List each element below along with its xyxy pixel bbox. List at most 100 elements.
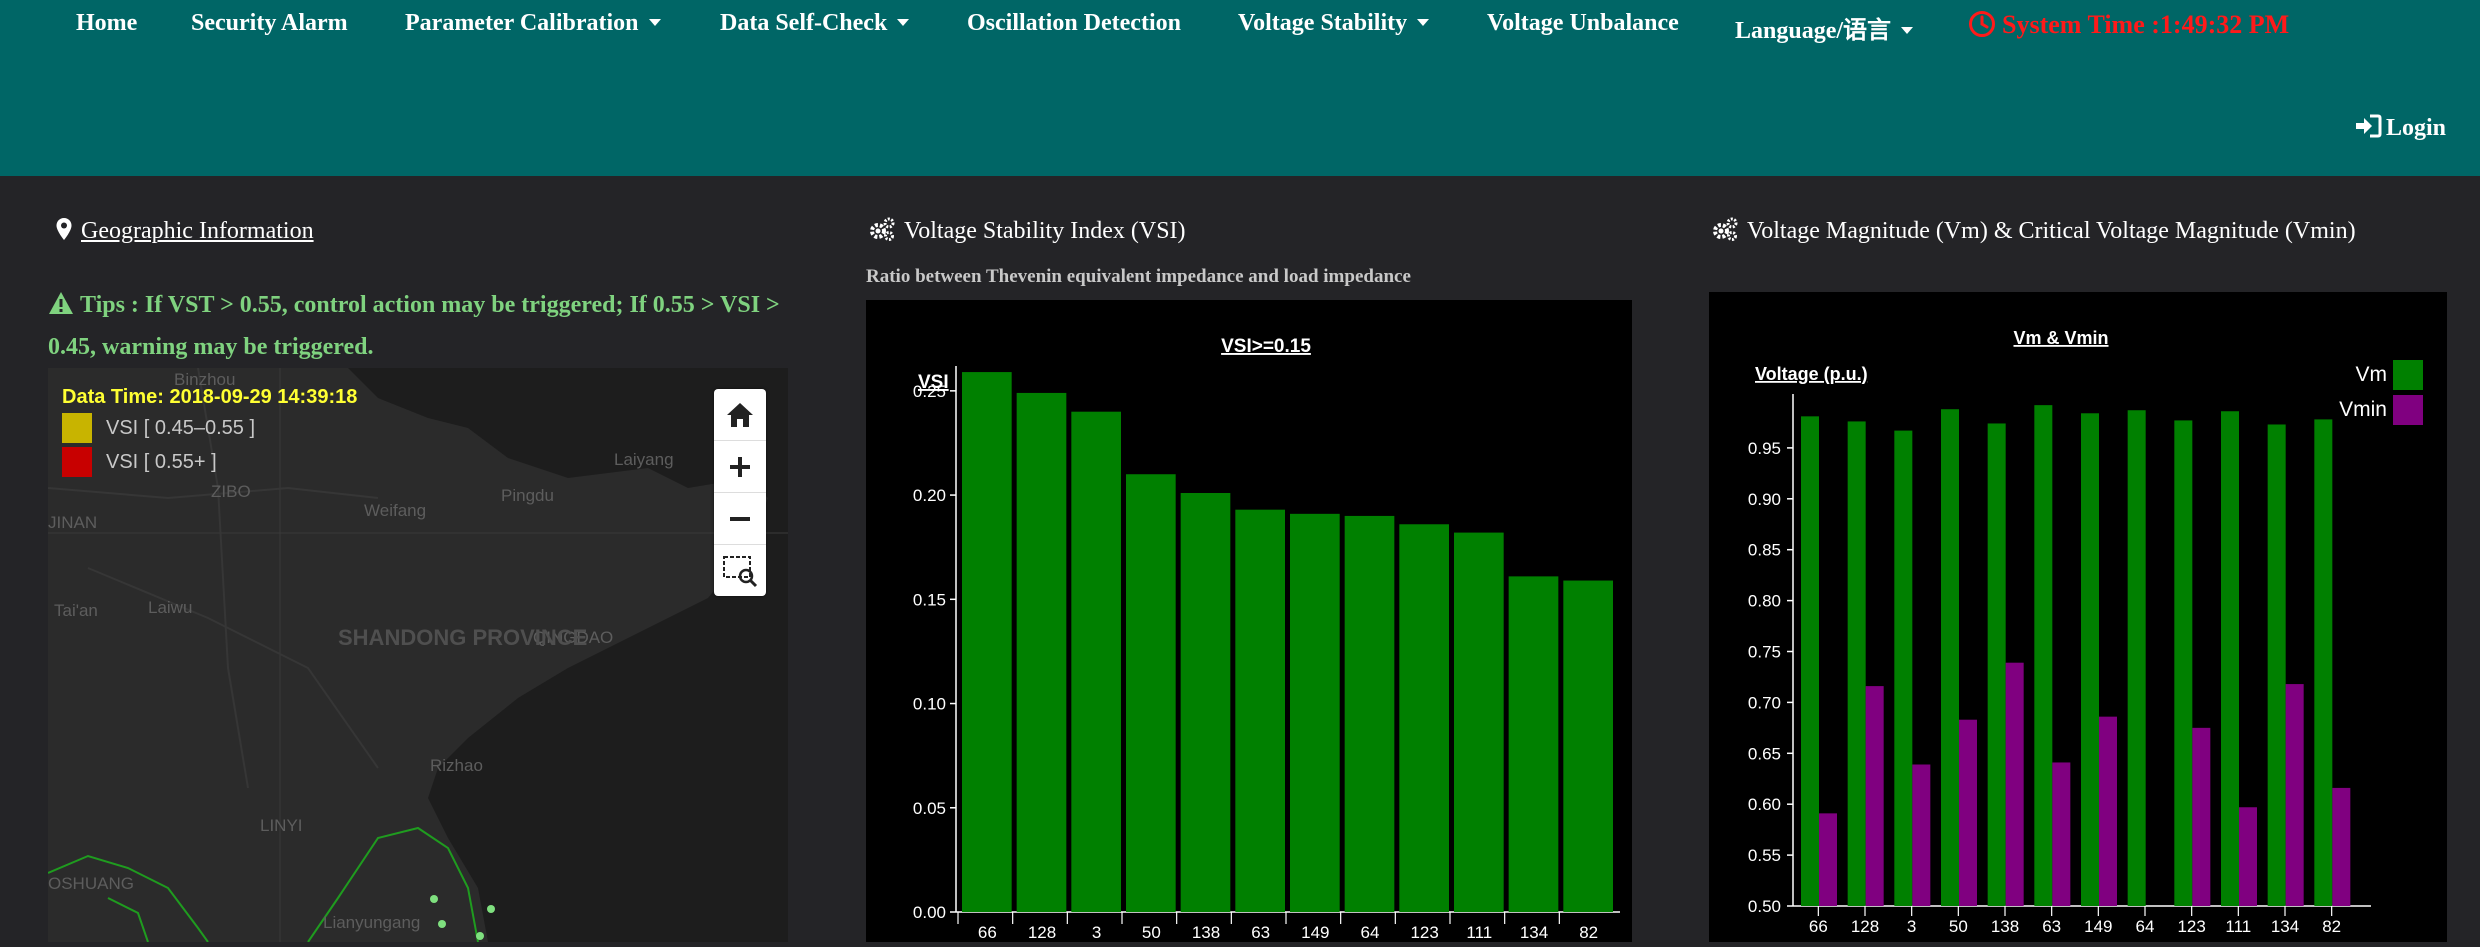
- zoom-out-button[interactable]: [714, 493, 766, 545]
- vm-x-tick-label: 66: [1809, 917, 1828, 936]
- vsi-y-tick-label: 0.20: [913, 486, 946, 505]
- vm-bar-vm: [1801, 416, 1819, 906]
- vsi-bar: [1126, 474, 1176, 912]
- vm-bar-vm: [1987, 423, 2006, 906]
- zoom-box-icon: [723, 555, 758, 587]
- nav-parameter-calibration[interactable]: Parameter Calibration: [405, 10, 661, 37]
- vm-bar-vm: [2221, 411, 2239, 906]
- home-icon: [727, 402, 753, 427]
- vm-bar-vm: [2034, 405, 2053, 906]
- vm-y-tick-label: 0.90: [1748, 490, 1781, 509]
- vsi-bar: [1071, 411, 1121, 912]
- vsi-bar: [1563, 580, 1613, 912]
- nav-voltage-stability[interactable]: Voltage Stability: [1238, 10, 1430, 37]
- vm-chart-container: Vm & Vmin Voltage (p.u.) 0.50 0.55 0.60 0.65 0…: [1709, 292, 2447, 942]
- nav-label: Oscillation Detection: [967, 10, 1181, 36]
- vm-x-tick-label: 64: [2136, 917, 2155, 936]
- vsi-x-tick-label: 63: [1251, 923, 1270, 942]
- map-home-button[interactable]: [714, 389, 766, 441]
- vm-y-tick-label: 0.95: [1748, 439, 1781, 458]
- clock-icon: [1969, 11, 1995, 38]
- vm-x-tick-label: 63: [2042, 917, 2061, 936]
- zoom-box-button[interactable]: [714, 545, 766, 596]
- nav-label: Data Self-Check: [720, 10, 888, 36]
- vsi-x-tick-label: 111: [1466, 923, 1492, 942]
- map-label-zibo: ZIBO: [211, 482, 251, 501]
- system-time-text: System Time :1:49:32 PM: [2002, 10, 2290, 39]
- vsi-bar: [962, 372, 1012, 913]
- geo-title-link[interactable]: Geographic Information: [81, 218, 314, 244]
- vm-bar-vmin: [1865, 686, 1884, 906]
- vsi-x-tick-label: 3: [1092, 923, 1101, 942]
- legend-label: VSI [ 0.55+ ]: [106, 450, 217, 473]
- vsi-y-tick-label: 0.25: [913, 382, 946, 401]
- vm-x-tick-label: 138: [1991, 917, 2019, 936]
- vsi-x-tick-label: 134: [1520, 923, 1548, 942]
- nav-voltage-unbalance[interactable]: Voltage Unbalance: [1487, 10, 1679, 37]
- map-label-linyi: LINYI: [260, 816, 303, 835]
- vm-y-tick-label: 0.70: [1748, 693, 1781, 712]
- nav-label: Voltage Stability: [1238, 10, 1408, 36]
- legend-row-warning: VSI [ 0.45–0.55 ]: [62, 413, 357, 443]
- vm-x-tick-label: 3: [1907, 917, 1916, 936]
- vm-x-tick-label: 134: [2271, 917, 2299, 936]
- vsi-bar: [1290, 513, 1340, 912]
- nav-label: Security Alarm: [191, 10, 348, 36]
- zoom-in-icon: [730, 456, 750, 477]
- vsi-chart-title: VSI>=0.15: [1221, 336, 1311, 357]
- vsi-x-tick-label: 50: [1142, 923, 1161, 942]
- caret-down-icon: [897, 18, 910, 26]
- vsi-y-tick-label: 0.00: [913, 903, 946, 922]
- geo-panel-title: Geographic Information: [55, 218, 314, 245]
- top-navbar: Home Security Alarm Parameter Calibratio…: [0, 0, 2480, 176]
- login-label: Login: [2386, 115, 2447, 141]
- vm-bar-vm: [1894, 430, 1913, 906]
- vm-chart-title: Vm & Vmin: [2013, 328, 2108, 348]
- vm-bar-vmin: [2192, 727, 2211, 906]
- vsi-panel-title: Voltage Stability Index (VSI): [868, 217, 1186, 245]
- map-label-pingdu: Pingdu: [501, 486, 554, 505]
- map-label-rizhao: Rizhao: [430, 756, 483, 775]
- vm-x-tick-label: 111: [2225, 917, 2251, 936]
- tips-banner: Tips : If VST > 0.55, control action may…: [48, 284, 793, 368]
- tips-text: Tips : If VST > 0.55, control action may…: [48, 292, 780, 360]
- nav-oscillation-detection[interactable]: Oscillation Detection: [967, 10, 1181, 37]
- vsi-y-tick-label: 0.05: [913, 799, 946, 818]
- vm-bar-vmin: [2052, 762, 2071, 906]
- vm-x-tick-label: 123: [2177, 917, 2205, 936]
- nav-label: Language/语言: [1735, 18, 1892, 44]
- nav-label: Parameter Calibration: [405, 10, 639, 36]
- map-label-weifang: Weifang: [364, 501, 427, 520]
- vm-bar-vmin: [1912, 764, 1931, 906]
- zoom-in-button[interactable]: [714, 441, 766, 493]
- vsi-subtitle: Ratio between Thevenin equivalent impeda…: [866, 266, 1411, 287]
- vm-y-tick-label: 0.50: [1748, 897, 1781, 916]
- vsi-chart-container: VSI>=0.15 VSI 0.00 0.05 0.10 0.15 0.20 0.25 66 12…: [866, 300, 1632, 942]
- vm-legend-swatch: [2393, 395, 2423, 425]
- vsi-x-tick-label: 138: [1192, 923, 1220, 942]
- nav-data-self-check[interactable]: Data Self-Check: [720, 10, 910, 37]
- vsi-bar: [1180, 492, 1231, 912]
- gears-icon: [870, 217, 895, 242]
- nav-home[interactable]: Home: [76, 10, 137, 37]
- vm-bar-vm: [1847, 421, 1866, 906]
- nav-label: Voltage Unbalance: [1487, 10, 1679, 36]
- geo-map[interactable]: Binzhou Laiyang ZIBO Weifang Pingdu JINA…: [48, 368, 788, 942]
- vsi-bar: [1454, 532, 1504, 912]
- login-button[interactable]: Login: [2354, 114, 2447, 142]
- map-label-taian: Tai'an: [54, 601, 98, 620]
- vm-title-text: Voltage Magnitude (Vm) & Critical Voltag…: [1747, 218, 2356, 244]
- vm-y-tick-label: 0.80: [1748, 592, 1781, 611]
- vm-bar-vm: [2267, 424, 2286, 906]
- vsi-bar: [1508, 576, 1559, 912]
- vsi-x-tick-label: 128: [1028, 923, 1056, 942]
- vm-bar-chart: Vm & Vmin Voltage (p.u.) 0.50 0.55 0.60 0.65 0…: [1748, 328, 2423, 936]
- vm-y-tick-label: 0.55: [1748, 846, 1781, 865]
- vm-x-tick-label: 149: [2084, 917, 2112, 936]
- nav-security-alarm[interactable]: Security Alarm: [191, 10, 348, 37]
- vm-bar-vm: [2314, 419, 2333, 906]
- vm-x-tick-label: 50: [1949, 917, 1968, 936]
- nav-language[interactable]: Language/语言: [1735, 10, 1914, 45]
- legend-label: VSI [ 0.45–0.55 ]: [106, 416, 255, 439]
- vsi-x-tick-label: 64: [1361, 923, 1380, 942]
